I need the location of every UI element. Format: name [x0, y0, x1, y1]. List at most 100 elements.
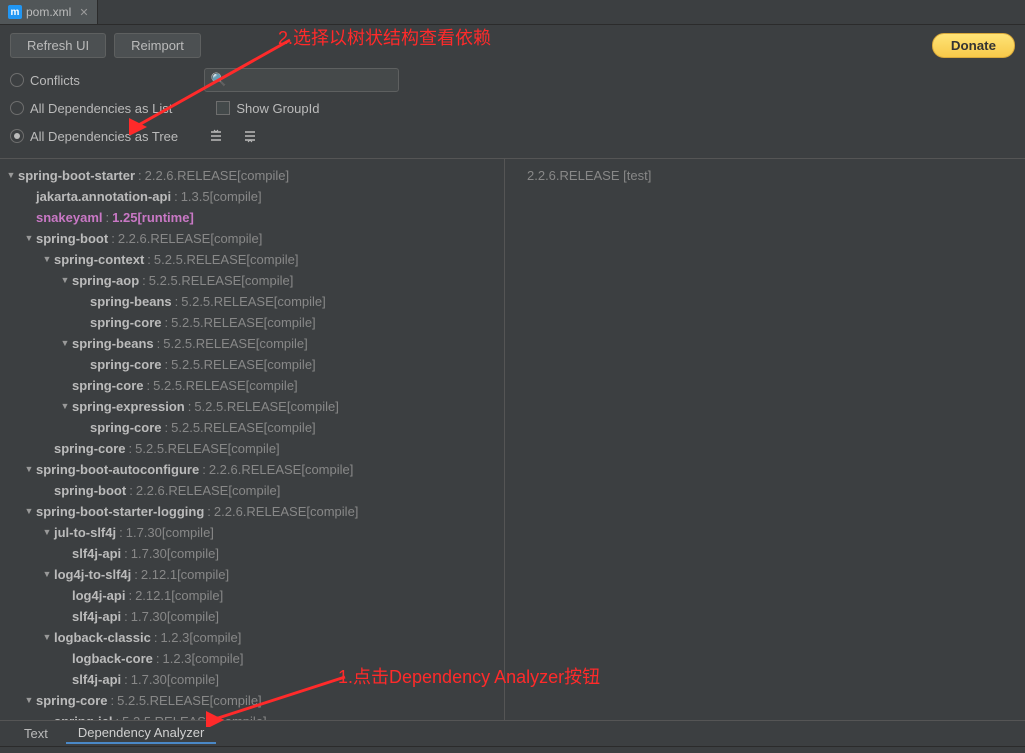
tree-row[interactable]: snakeyaml:1.25 [runtime]	[4, 207, 500, 228]
chevron-down-icon[interactable]: ▼	[22, 690, 36, 711]
artifact-name: spring-boot-autoconfigure	[36, 459, 199, 480]
artifact-scope: [compile]	[301, 459, 353, 480]
artifact-scope: [runtime]	[137, 207, 193, 228]
maven-icon: m	[8, 5, 22, 19]
chevron-down-icon[interactable]: ▼	[4, 165, 18, 186]
tree-row[interactable]: log4j-api:2.12.1 [compile]	[4, 585, 500, 606]
radio-tree[interactable]: All Dependencies as Tree	[10, 129, 178, 144]
tree-row[interactable]: spring-jcl:5.2.5.RELEASE [compile]	[4, 711, 500, 720]
chevron-down-icon[interactable]: ▼	[40, 522, 54, 543]
search-input[interactable]: 🔍	[204, 68, 399, 92]
artifact-version: 5.2.5.RELEASE	[122, 711, 215, 720]
artifact-scope: [compile]	[241, 270, 293, 291]
artifact-name: spring-core	[72, 375, 144, 396]
artifact-scope: [compile]	[167, 606, 219, 627]
resize-handle[interactable]	[0, 746, 1025, 753]
chevron-down-icon[interactable]: ▼	[58, 270, 72, 291]
radio-list[interactable]: All Dependencies as List	[10, 101, 172, 116]
tree-row[interactable]: spring-core:5.2.5.RELEASE [compile]	[4, 354, 500, 375]
filter-options: Conflicts 🔍 All Dependencies as List Sho…	[0, 62, 1025, 158]
artifact-version: 5.2.5.RELEASE	[171, 312, 264, 333]
tree-row[interactable]: ▼jul-to-slf4j:1.7.30 [compile]	[4, 522, 500, 543]
tree-row[interactable]: spring-beans:5.2.5.RELEASE [compile]	[4, 291, 500, 312]
tree-row[interactable]: slf4j-api:1.7.30 [compile]	[4, 606, 500, 627]
artifact-name: spring-boot-starter	[18, 165, 135, 186]
tree-row[interactable]: slf4j-api:1.7.30 [compile]	[4, 669, 500, 690]
tree-row[interactable]: logback-core:1.2.3 [compile]	[4, 648, 500, 669]
artifact-scope: [compile]	[177, 564, 229, 585]
artifact-name: slf4j-api	[72, 669, 121, 690]
tree-row[interactable]: ▼log4j-to-slf4j:2.12.1 [compile]	[4, 564, 500, 585]
tree-row[interactable]: ▼spring-boot-starter:2.2.6.RELEASE [comp…	[4, 165, 500, 186]
artifact-name: jul-to-slf4j	[54, 522, 116, 543]
chevron-down-icon[interactable]: ▼	[22, 459, 36, 480]
tree-row[interactable]: ▼spring-beans:5.2.5.RELEASE [compile]	[4, 333, 500, 354]
chevron-down-icon[interactable]: ▼	[40, 627, 54, 648]
file-tab-pom[interactable]: m pom.xml ✕	[0, 0, 98, 24]
artifact-name: spring-boot	[36, 228, 108, 249]
artifact-name: slf4j-api	[72, 543, 121, 564]
artifact-name: log4j-to-slf4j	[54, 564, 131, 585]
chevron-down-icon[interactable]: ▼	[22, 228, 36, 249]
tree-row[interactable]: spring-core:5.2.5.RELEASE [compile]	[4, 312, 500, 333]
detail-row[interactable]: 2.2.6.RELEASE [test]	[527, 165, 1021, 186]
artifact-scope: [compile]	[264, 417, 316, 438]
tree-row[interactable]: slf4j-api:1.7.30 [compile]	[4, 543, 500, 564]
radio-list-label: All Dependencies as List	[30, 101, 172, 116]
tab-text[interactable]: Text	[12, 724, 60, 743]
artifact-name: spring-core	[90, 417, 162, 438]
reimport-button[interactable]: Reimport	[114, 33, 201, 58]
file-tab-label: pom.xml	[26, 5, 71, 19]
artifact-version: 1.2.3	[163, 648, 192, 669]
artifact-version: 5.2.5.RELEASE	[181, 291, 274, 312]
artifact-name: spring-core	[36, 690, 108, 711]
artifact-scope: [compile]	[256, 333, 308, 354]
artifact-scope: [compile]	[306, 501, 358, 522]
artifact-name: logback-core	[72, 648, 153, 669]
artifact-version: 1.7.30	[131, 669, 167, 690]
artifact-scope: [compile]	[191, 648, 243, 669]
artifact-name: spring-jcl	[54, 711, 113, 720]
close-icon[interactable]: ✕	[79, 6, 88, 19]
artifact-version: 5.2.5.RELEASE	[163, 333, 256, 354]
radio-conflicts[interactable]: Conflicts	[10, 73, 80, 88]
chevron-down-icon[interactable]: ▼	[40, 564, 54, 585]
artifact-version: 5.2.5.RELEASE	[153, 375, 246, 396]
tree-row[interactable]: ▼spring-boot-starter-logging:2.2.6.RELEA…	[4, 501, 500, 522]
tree-row[interactable]: spring-core:5.2.5.RELEASE [compile]	[4, 375, 500, 396]
artifact-version: 5.2.5.RELEASE	[194, 396, 287, 417]
artifact-name: spring-core	[90, 354, 162, 375]
tree-row[interactable]: spring-boot:2.2.6.RELEASE [compile]	[4, 480, 500, 501]
artifact-version: 2.2.6.RELEASE	[136, 480, 229, 501]
artifact-name: spring-core	[54, 438, 126, 459]
radio-tree-label: All Dependencies as Tree	[30, 129, 178, 144]
artifact-version: 2.2.6.RELEASE	[118, 228, 211, 249]
toolbar: Refresh UI Reimport Donate	[0, 25, 1025, 62]
tree-row[interactable]: spring-core:5.2.5.RELEASE [compile]	[4, 438, 500, 459]
checkbox-show-groupid[interactable]: Show GroupId	[216, 101, 319, 116]
tree-row[interactable]: ▼spring-aop:5.2.5.RELEASE [compile]	[4, 270, 500, 291]
artifact-version: 5.2.5.RELEASE	[171, 417, 264, 438]
tree-row[interactable]: spring-core:5.2.5.RELEASE [compile]	[4, 417, 500, 438]
artifact-name: spring-boot-starter-logging	[36, 501, 204, 522]
collapse-all-icon[interactable]	[240, 126, 260, 146]
expand-all-icon[interactable]	[206, 126, 226, 146]
refresh-button[interactable]: Refresh UI	[10, 33, 106, 58]
tree-row[interactable]: ▼logback-classic:1.2.3 [compile]	[4, 627, 500, 648]
artifact-scope: [compile]	[228, 480, 280, 501]
detail-panel[interactable]: 2.2.6.RELEASE [test]	[505, 159, 1025, 720]
tree-row[interactable]: ▼spring-core:5.2.5.RELEASE [compile]	[4, 690, 500, 711]
donate-button[interactable]: Donate	[932, 33, 1015, 58]
chevron-down-icon[interactable]: ▼	[58, 333, 72, 354]
tab-dependency-analyzer[interactable]: Dependency Analyzer	[66, 723, 216, 744]
chevron-down-icon[interactable]: ▼	[22, 501, 36, 522]
tree-row[interactable]: ▼spring-expression:5.2.5.RELEASE [compil…	[4, 396, 500, 417]
chevron-down-icon[interactable]: ▼	[40, 249, 54, 270]
artifact-scope: [compile]	[171, 585, 223, 606]
tree-row[interactable]: ▼spring-boot:2.2.6.RELEASE [compile]	[4, 228, 500, 249]
dependency-tree-panel[interactable]: ▼spring-boot-starter:2.2.6.RELEASE [comp…	[0, 159, 505, 720]
chevron-down-icon[interactable]: ▼	[58, 396, 72, 417]
tree-row[interactable]: jakarta.annotation-api:1.3.5 [compile]	[4, 186, 500, 207]
tree-row[interactable]: ▼spring-boot-autoconfigure:2.2.6.RELEASE…	[4, 459, 500, 480]
tree-row[interactable]: ▼spring-context:5.2.5.RELEASE [compile]	[4, 249, 500, 270]
